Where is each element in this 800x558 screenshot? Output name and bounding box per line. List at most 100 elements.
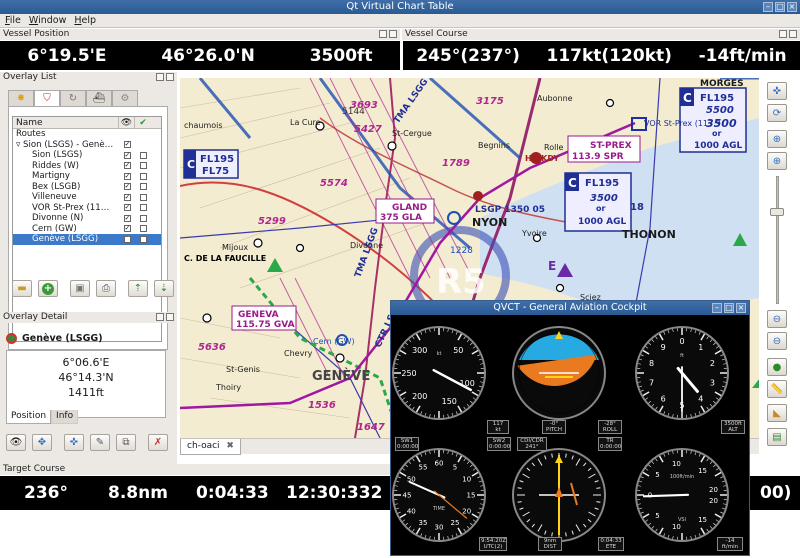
selection-checkbox[interactable] [135, 182, 151, 193]
visibility-checkbox[interactable]: ✓ [119, 140, 135, 151]
tab-landmarks[interactable]: ✸ [8, 90, 34, 106]
selection-checkbox[interactable] [135, 213, 151, 224]
selection-checkbox[interactable] [135, 161, 151, 172]
scale-button[interactable]: 📏 [767, 380, 787, 398]
overlay-tree-row[interactable]: Martigny✓ [13, 171, 161, 182]
overlay-tree-row[interactable]: Bex (LSGB)✓ [13, 182, 161, 193]
vessel-position-dock-title: Vessel Position [0, 29, 400, 40]
close-icon[interactable]: × [736, 303, 746, 313]
export-button[interactable]: ⎙ [96, 280, 116, 297]
overlay-tree-row[interactable]: Cern (GW)✓ [13, 224, 161, 235]
vsi-unit: ft/min [719, 544, 741, 550]
visibility-checkbox[interactable]: ✓ [119, 182, 135, 193]
selection-checkbox[interactable] [135, 140, 151, 151]
measure-button[interactable]: ◣ [767, 404, 787, 422]
track-icon: ↻ [69, 93, 77, 104]
visibility-checkbox[interactable]: ✓ [119, 171, 135, 182]
visibility-checkbox[interactable]: ✓ [119, 150, 135, 161]
map-tab-ch-oaci[interactable]: ch-oaci ✖ [180, 439, 241, 455]
undock-icon[interactable] [156, 73, 164, 81]
visibility-checkbox[interactable]: ✓ [119, 234, 135, 245]
zoom-slider-track[interactable] [776, 176, 779, 304]
menu-file[interactable]: File [5, 14, 21, 27]
close-icon[interactable]: ✖ [226, 441, 234, 451]
place-label: St-Genis [226, 365, 260, 374]
zoom-slider-handle[interactable] [770, 208, 784, 216]
visibility-checkbox[interactable]: ✓ [119, 213, 135, 224]
refresh-button[interactable]: ⟳ [767, 104, 787, 122]
overlay-tree-row[interactable]: Sion (LSGS)✓ [13, 150, 161, 161]
eye-icon[interactable]: 👁 [119, 117, 135, 128]
dock-close-icon[interactable] [166, 313, 174, 321]
zoom-out-icon: ⊖ [773, 314, 781, 325]
zoom-in-button[interactable]: ⊕ [767, 130, 787, 148]
overlay-tree-row[interactable]: Riddes (W)✓ [13, 161, 161, 172]
add-button[interactable]: + [38, 280, 58, 297]
dock-close-icon[interactable] [166, 73, 174, 81]
center-button[interactable]: ✥ [32, 434, 52, 451]
visibility-checkbox[interactable] [119, 129, 135, 140]
overlay-button[interactable]: ▤ [767, 428, 787, 446]
maximize-icon[interactable]: □ [775, 2, 785, 12]
place-label: Yvoire [521, 229, 547, 238]
close-icon[interactable]: × [787, 2, 797, 12]
selection-checkbox[interactable] [135, 203, 151, 214]
selection-checkbox[interactable] [135, 224, 151, 235]
zoom-out-small-button[interactable]: ⊖ [767, 332, 787, 350]
dock-close-icon[interactable] [389, 30, 397, 38]
tab-vessels[interactable]: ⛴ [86, 90, 112, 106]
view-button[interactable]: 👁 [6, 434, 26, 451]
overlay-tree[interactable]: Name 👁 ✔ Routes▿ Sion (LSGS) - Genè…✓Sio… [12, 116, 162, 342]
tab-info[interactable]: Info [51, 410, 78, 424]
overlay-tree-row[interactable]: VOR St-Prex (11…✓ [13, 203, 161, 214]
selection-checkbox[interactable] [135, 234, 151, 245]
sort-down-button[interactable]: ⇣ [154, 280, 174, 297]
selection-checkbox[interactable] [135, 150, 151, 161]
alt-tick-label: 1 [698, 343, 703, 352]
overlay-tree-row[interactable]: Routes [13, 129, 161, 140]
header-name[interactable]: Name [13, 117, 119, 128]
menu-help[interactable]: Help [74, 14, 96, 27]
maximize-icon[interactable]: □ [724, 303, 734, 313]
sort-up-button[interactable]: ⇡ [128, 280, 148, 297]
minimize-icon[interactable]: – [763, 2, 773, 12]
visibility-checkbox[interactable]: ✓ [119, 161, 135, 172]
edit-button[interactable]: ✎ [90, 434, 110, 451]
visibility-checkbox[interactable]: ✓ [119, 203, 135, 214]
visibility-checkbox[interactable]: ✓ [119, 192, 135, 203]
selection-checkbox[interactable] [135, 129, 151, 140]
overlay-tree-row[interactable]: ▿ Sion (LSGS) - Genè…✓ [13, 140, 161, 151]
overlay-tree-row[interactable]: Divonne (N)✓ [13, 213, 161, 224]
tab-tracks[interactable]: ↻ [60, 90, 86, 106]
open-folder-button[interactable]: ▬ [12, 280, 32, 297]
zoom-in-small-button[interactable]: ⊕ [767, 152, 787, 170]
tab-devices[interactable]: ⚙ [112, 90, 138, 106]
zoom-out-button[interactable]: ⊖ [767, 310, 787, 328]
selection-checkbox[interactable] [135, 171, 151, 182]
visibility-checkbox[interactable]: ✓ [119, 224, 135, 235]
overlay-tree-row[interactable]: Villeneuve✓ [13, 192, 161, 203]
cockpit-titlebar[interactable]: QVCT - General Aviation Cockpit – □ × [391, 301, 749, 315]
cockpit-window[interactable]: QVCT - General Aviation Cockpit – □ × 30… [390, 300, 750, 556]
move-map-button[interactable]: ✜ [767, 82, 787, 100]
selection-checkbox[interactable] [135, 192, 151, 203]
undock-icon[interactable] [156, 313, 164, 321]
overlay-tree-row[interactable]: Genève (LSGG)✓ [13, 234, 161, 245]
window-titlebar[interactable]: Qt Virtual Chart Table – □ × [0, 0, 800, 14]
dock-close-icon[interactable] [789, 30, 797, 38]
delete-button[interactable]: ✗ [148, 434, 168, 451]
undock-icon[interactable] [379, 30, 387, 38]
position-button[interactable]: ● [767, 358, 787, 376]
dist-readout: 9nmDIST [538, 537, 562, 551]
tab-routes[interactable]: ⛉ [34, 90, 60, 106]
check-icon[interactable]: ✔ [135, 117, 151, 128]
tab-position[interactable]: Position [6, 410, 51, 424]
undock-icon[interactable] [779, 30, 787, 38]
cockpit-title: QVCT - General Aviation Cockpit [493, 302, 646, 313]
save-button[interactable]: ▣ [70, 280, 90, 297]
overlay-detail-name: Genève (LSGG) [22, 333, 103, 344]
minimize-icon[interactable]: – [712, 303, 722, 313]
menu-window[interactable]: Window [29, 14, 66, 27]
move-button[interactable]: ✜ [64, 434, 84, 451]
copy-button[interactable]: ⧉ [116, 434, 136, 451]
